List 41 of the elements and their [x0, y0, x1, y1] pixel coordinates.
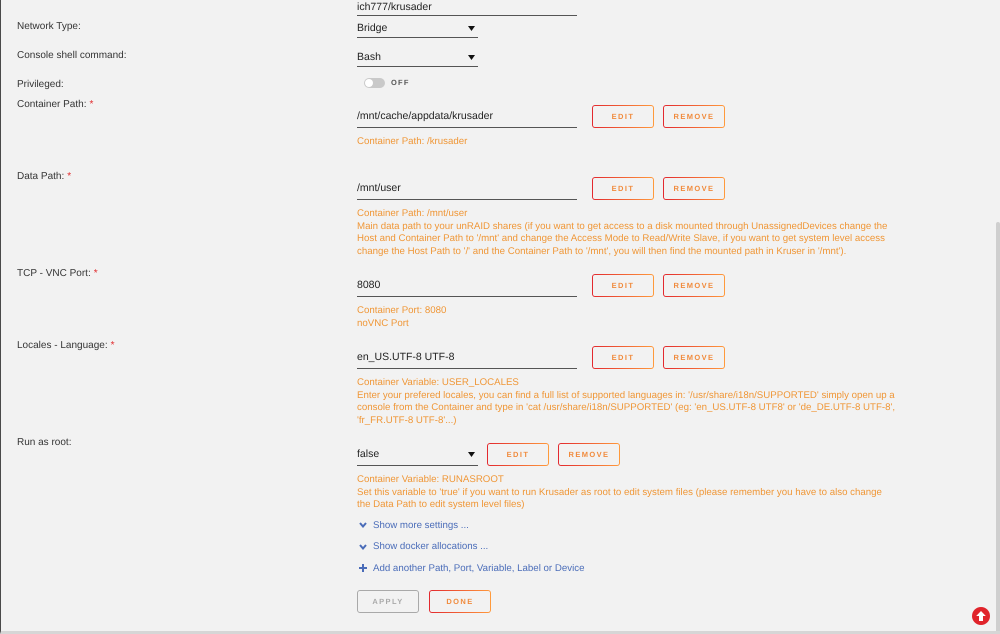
- caret-down-icon: [468, 54, 475, 60]
- plus-icon: [359, 564, 367, 572]
- help-text: Enter your prefered locales, you can find a full list of supported languages in: '/usr/share/i18n/SUPPORTED' simply open up a console from the Container and type in 'cat /usr/share/i18n/SUPPORTED' (eg: 'en_US.UTF-8 UTF8' or 'de_DE.UTF-8 UTF-8', 'fr_FR.UTF-8 UTF-8'...): [357, 390, 896, 427]
- help-text: Main data path to your unRAID shares (if you want to get access to a disk mounted through UnassignedDevices change the Host and Container Path to '/mnt' and change the Access Mode to Read/Write Slave, if you want to get system level access change the Host Path to '/' and the Container Path to '/mnt', you will then find the mounted path in Kruser in '/mnt').: [357, 220, 888, 258]
- dropdown-field[interactable]: Bash: [357, 47, 478, 67]
- expand-link[interactable]: Show docker allocations ...: [357, 536, 488, 558]
- help-text: Set this variable to 'true' if you want to run Krusader as root to edit system files (please remember you have to also change the Data Path to edit system level files): [357, 486, 883, 512]
- text-field[interactable]: /mnt/user: [357, 177, 577, 200]
- caret-down-icon: [468, 26, 475, 30]
- dropdown-field[interactable]: false: [357, 443, 478, 466]
- mapping-note: Container Path: /mnt/user: [357, 208, 468, 220]
- required-mark: *: [67, 171, 72, 182]
- mapping-note: Container Variable: RUNASROOT: [357, 474, 505, 486]
- dropdown-field[interactable]: Bridge: [357, 18, 478, 38]
- field-label: Run as root:: [17, 437, 72, 448]
- expand-link[interactable]: Show more settings ...: [357, 514, 469, 536]
- mapping-note: Container Path: /krusader: [357, 136, 468, 148]
- add-link[interactable]: Add another Path, Port, Variable, Label or Device: [357, 558, 584, 579]
- field-label: Locales - Language:: [17, 340, 108, 351]
- mapping-note: Container Port: 8080: [357, 305, 448, 318]
- toggle-switch[interactable]: [364, 78, 385, 88]
- field-label: TCP - VNC Port:: [17, 268, 91, 279]
- scroll-to-top-icon[interactable]: [972, 607, 990, 625]
- text-field[interactable]: en_US.UTF-8 UTF-8: [357, 346, 577, 369]
- field-label: Privileged:: [17, 79, 64, 90]
- text-field[interactable]: 8080: [357, 274, 577, 297]
- text-field[interactable]: /mnt/cache/appdata/krusader: [357, 105, 577, 128]
- caret-down-icon: [468, 452, 475, 456]
- mapping-note: Container Variable: USER_LOCALES: [357, 377, 520, 390]
- field-label: Container Path:: [17, 99, 86, 110]
- required-mark: *: [90, 99, 94, 110]
- field-label: Network Type:: [17, 21, 81, 32]
- field-label: Console shell command:: [17, 50, 126, 61]
- required-mark: *: [110, 340, 115, 351]
- text-field[interactable]: ich777/krusader: [357, 0, 577, 16]
- required-mark: *: [94, 268, 98, 279]
- chevron-down-icon: [359, 544, 367, 550]
- chevron-down-icon: [359, 522, 367, 528]
- field-label: Data Path:: [17, 171, 64, 182]
- help-text: noVNC Port: [357, 318, 410, 330]
- scrollbar[interactable]: [996, 222, 1000, 631]
